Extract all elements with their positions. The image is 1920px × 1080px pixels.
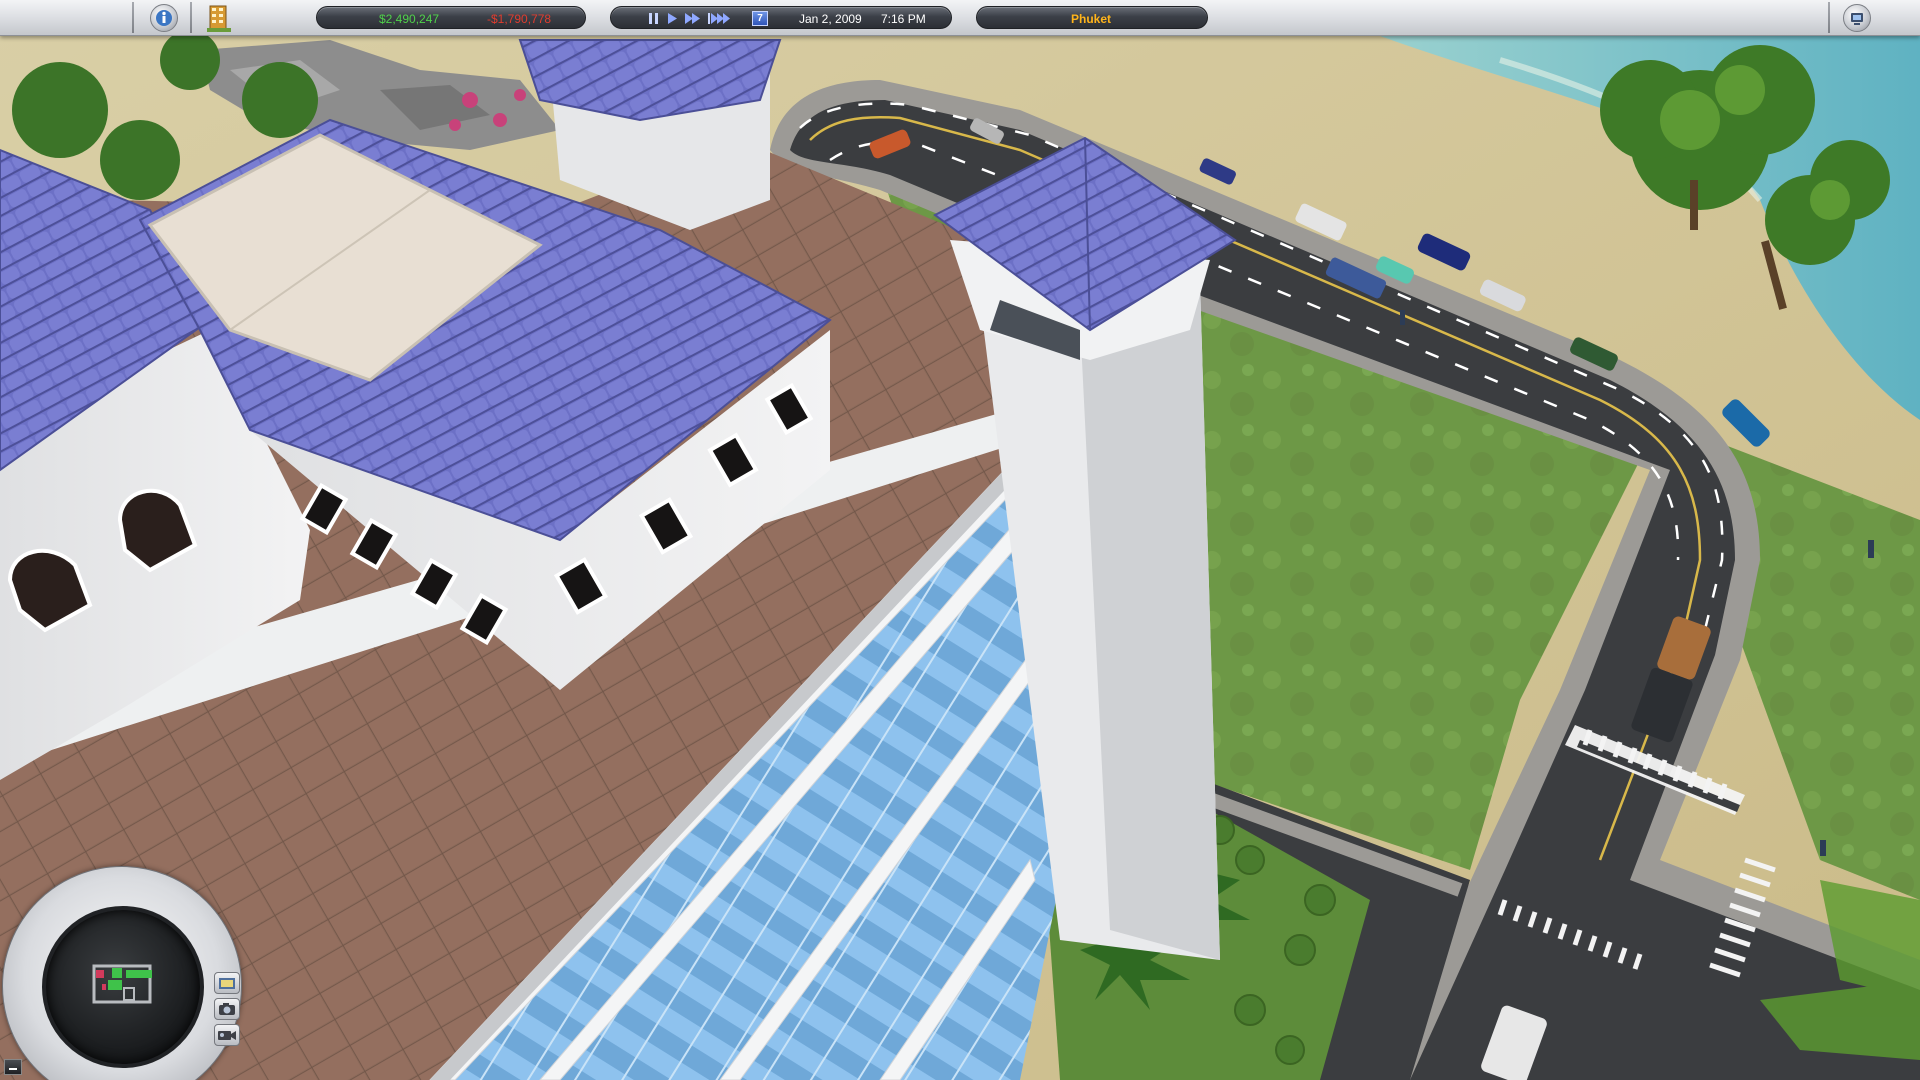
- play-icon[interactable]: [665, 11, 679, 26]
- game-date: Jan 2, 2009: [799, 12, 862, 26]
- profit-loss: -$1,790,778: [487, 12, 552, 26]
- game-time: 7:16 PM: [881, 12, 926, 26]
- location-name: Phuket: [1071, 12, 1112, 26]
- pause-icon[interactable]: [647, 11, 661, 26]
- location-selector[interactable]: Phuket: [976, 6, 1208, 29]
- overview-camera-icon[interactable]: [214, 972, 240, 994]
- fastest-forward-icon[interactable]: [707, 11, 731, 26]
- game-viewport[interactable]: $2,490,247 -$1,790,778 7 Jan 2, 2009 7:1…: [0, 0, 1920, 1080]
- build-hotel-icon[interactable]: [204, 2, 234, 34]
- calendar-icon[interactable]: 7: [752, 11, 768, 26]
- minimap-layout: [92, 964, 152, 1004]
- game-world-view[interactable]: [0, 0, 1920, 1080]
- system-menu-icon[interactable]: [1843, 4, 1871, 32]
- top-toolbar: $2,490,247 -$1,790,778 7 Jan 2, 2009 7:1…: [0, 0, 1920, 36]
- minimap-panel: [0, 860, 250, 1080]
- toolbar-divider: [190, 2, 192, 33]
- toolbar-divider: [1828, 2, 1830, 33]
- toolbar-divider: [132, 2, 134, 33]
- minimize-icon[interactable]: [4, 1059, 22, 1075]
- cash-balance: $2,490,247: [379, 12, 440, 26]
- info-icon[interactable]: [150, 4, 178, 32]
- finance-display[interactable]: $2,490,247 -$1,790,778: [316, 6, 586, 29]
- fast-forward-icon[interactable]: [683, 11, 703, 26]
- minimap[interactable]: [42, 906, 204, 1068]
- screenshot-camera-icon[interactable]: [214, 998, 240, 1020]
- video-camera-icon[interactable]: [214, 1024, 240, 1046]
- time-controls: 7 Jan 2, 2009 7:16 PM: [610, 6, 952, 29]
